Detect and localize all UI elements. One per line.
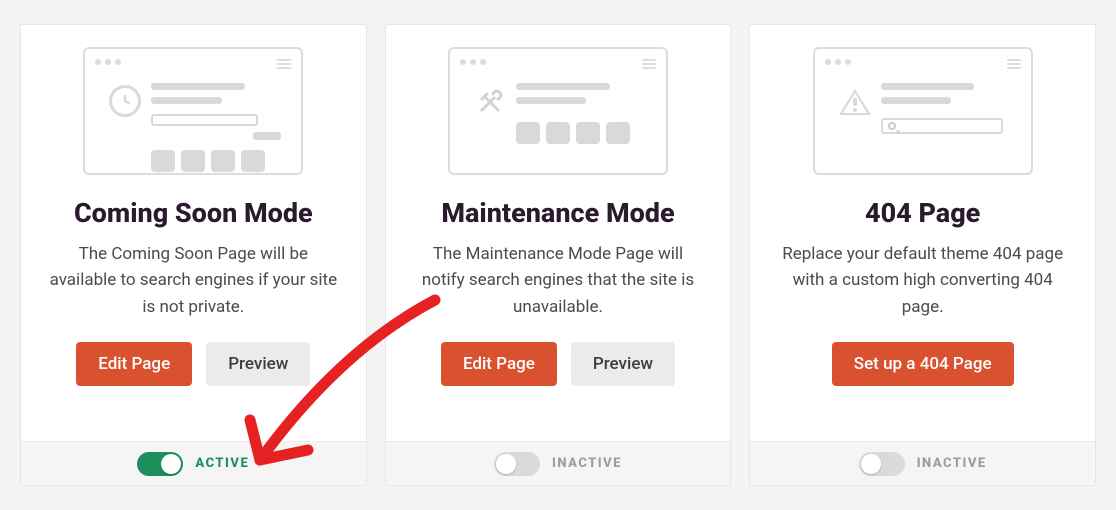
card-body: Maintenance Mode The Maintenance Mode Pa… [386, 25, 731, 441]
card-description: The Coming Soon Page will be available t… [49, 241, 338, 320]
card-body: 404 Page Replace your default theme 404 … [750, 25, 1095, 441]
thumbnail-coming-soon [83, 47, 303, 175]
thumbnail-404 [813, 47, 1033, 175]
card-description: The Maintenance Mode Page will notify se… [414, 241, 703, 320]
card-maintenance: Maintenance Mode The Maintenance Mode Pa… [385, 24, 732, 486]
edit-page-button[interactable]: Edit Page [76, 342, 192, 386]
card-body: Coming Soon Mode The Coming Soon Page wi… [21, 25, 366, 441]
button-row: Set up a 404 Page [832, 342, 1014, 386]
clock-icon [109, 85, 141, 117]
thumbnail-maintenance [448, 47, 668, 175]
menu-icon [642, 59, 656, 69]
edit-page-button[interactable]: Edit Page [441, 342, 557, 386]
card-404: 404 Page Replace your default theme 404 … [749, 24, 1096, 486]
card-footer: INACTIVE [386, 441, 731, 485]
card-coming-soon: Coming Soon Mode The Coming Soon Page wi… [20, 24, 367, 486]
card-footer: ACTIVE [21, 441, 366, 485]
toggle-maintenance[interactable] [494, 452, 540, 476]
button-row: Edit Page Preview [76, 342, 310, 386]
menu-icon [277, 59, 291, 69]
setup-404-button[interactable]: Set up a 404 Page [832, 342, 1014, 386]
button-row: Edit Page Preview [441, 342, 675, 386]
card-description: Replace your default theme 404 page with… [778, 241, 1067, 320]
card-title: Maintenance Mode [441, 197, 674, 229]
magnifier-icon [888, 122, 896, 130]
card-title: Coming Soon Mode [74, 197, 313, 229]
menu-icon [1007, 59, 1021, 69]
card-title: 404 Page [865, 197, 980, 229]
toggle-coming-soon[interactable] [137, 452, 183, 476]
tools-icon [473, 85, 507, 123]
status-label: ACTIVE [195, 456, 249, 471]
preview-button[interactable]: Preview [571, 342, 675, 386]
preview-button[interactable]: Preview [206, 342, 310, 386]
card-footer: INACTIVE [750, 441, 1095, 485]
warning-icon [839, 89, 871, 115]
card-row: Coming Soon Mode The Coming Soon Page wi… [0, 0, 1116, 510]
status-label: INACTIVE [552, 456, 622, 471]
status-label: INACTIVE [917, 456, 987, 471]
search-placeholder [881, 118, 1003, 134]
toggle-404[interactable] [859, 452, 905, 476]
